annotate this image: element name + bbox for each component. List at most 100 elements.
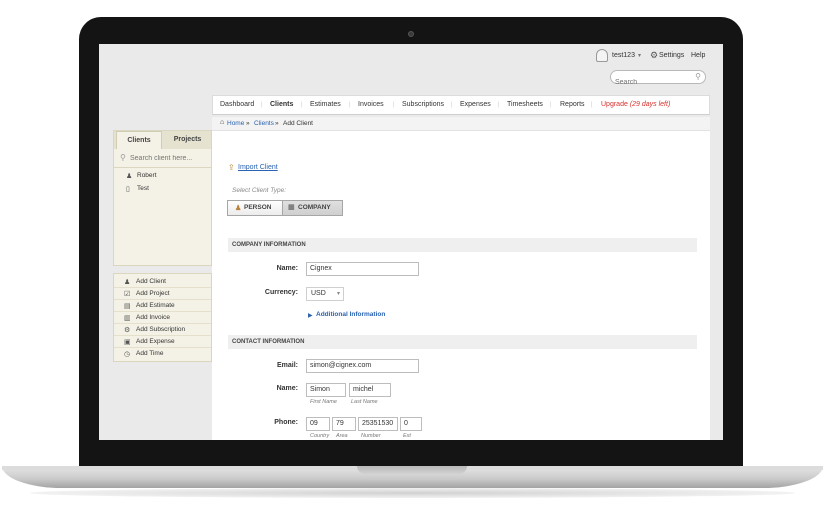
divider — [114, 167, 211, 168]
invoice-icon: ▥ — [124, 315, 131, 322]
camera-icon — [408, 31, 414, 37]
nav-dashboard[interactable]: Dashboard — [220, 101, 254, 108]
upgrade-days-left: (29 days left) — [629, 101, 671, 108]
phone-number-hint: Number — [361, 433, 381, 439]
person-icon: ♟ — [124, 279, 131, 286]
add-estimate-action[interactable]: ▤ Add Estimate — [114, 300, 211, 312]
nav-separator: | — [451, 102, 453, 108]
expand-arrow-icon[interactable]: ▶ — [308, 312, 313, 319]
breadcrumb-clients[interactable]: Clients — [254, 120, 274, 127]
laptop-shadow — [30, 488, 795, 498]
import-client-link[interactable]: Import Client — [238, 164, 278, 171]
nav-separator: | — [498, 102, 500, 108]
person-type-button[interactable]: ♟ PERSON — [228, 201, 283, 215]
breadcrumb-separator: » — [275, 120, 279, 127]
nav-separator: | — [393, 102, 395, 108]
phone-area-hint: Area — [336, 433, 348, 439]
nav-upgrade[interactable]: Upgrade (29 days left) — [601, 101, 670, 108]
phone-area-input[interactable]: 79 — [332, 417, 356, 431]
phone-number-input[interactable]: 25351530 — [358, 417, 398, 431]
client-type-toggle: ♟ PERSON ▦ COMPANY — [227, 200, 343, 216]
nav-separator: | — [261, 102, 263, 108]
actions-panel: ♟ Add Client ☑ Add Project ▤ Add Estimat… — [113, 273, 212, 362]
breadcrumb: ⌂ Home » Clients » Add Client — [212, 117, 710, 131]
contact-name-label: Name: — [276, 385, 298, 392]
global-search-input[interactable] — [611, 76, 691, 89]
gear-icon[interactable]: ⚙ — [650, 50, 658, 61]
chevron-down-icon: ▾ — [336, 291, 340, 297]
import-icon: ⇪ — [228, 163, 235, 172]
upgrade-label: Upgrade — [601, 101, 628, 108]
client-panel: Clients Projects ⚲ ♟ Robert ▯ Test — [113, 130, 212, 266]
top-bar: test123 ▾ ⚙ Settings Help ⚲ — [99, 44, 723, 90]
nav-timesheets[interactable]: Timesheets — [507, 101, 543, 108]
home-icon[interactable]: ⌂ — [220, 119, 224, 126]
add-client-action[interactable]: ♟ Add Client — [114, 276, 211, 288]
client-panel-tabs: Clients Projects — [114, 131, 211, 149]
tab-clients[interactable]: Clients — [116, 131, 162, 149]
currency-select[interactable]: USD ▾ — [306, 287, 344, 301]
person-label: PERSON — [244, 204, 272, 211]
nav-estimates[interactable]: Estimates — [310, 101, 341, 108]
nav-expenses[interactable]: Expenses — [460, 101, 491, 108]
nav-reports[interactable]: Reports — [560, 101, 585, 108]
gear-icon: ⚙ — [124, 327, 131, 334]
username[interactable]: test123 — [612, 52, 635, 59]
avatar-icon[interactable] — [596, 49, 608, 62]
company-name-input[interactable]: Cignex — [306, 262, 419, 276]
search-icon: ⚲ — [120, 153, 126, 162]
document-icon: ▯ — [126, 186, 130, 193]
action-label: Add Estimate — [136, 302, 175, 309]
action-label: Add Time — [136, 350, 164, 357]
nav-subscriptions[interactable]: Subscriptions — [402, 101, 444, 108]
action-label: Add Client — [136, 278, 166, 285]
person-icon: ♟ — [126, 173, 133, 180]
checkbox-icon: ☑ — [124, 291, 131, 298]
laptop-notch — [357, 466, 467, 474]
add-subscription-action[interactable]: ⚙ Add Subscription — [114, 324, 211, 336]
currency-value: USD — [311, 290, 326, 297]
tab-projects[interactable]: Projects — [164, 131, 211, 149]
chevron-down-icon[interactable]: ▾ — [638, 52, 641, 59]
search-icon[interactable]: ⚲ — [695, 72, 701, 81]
first-name-input[interactable]: Simon — [306, 383, 346, 397]
help-link[interactable]: Help — [691, 52, 705, 59]
additional-info-link[interactable]: Additional Information — [316, 311, 385, 318]
first-name-hint: First Name — [310, 399, 337, 405]
app-screen: test123 ▾ ⚙ Settings Help ⚲ Dashboard | … — [99, 44, 723, 440]
nav-invoices[interactable]: Invoices — [358, 101, 384, 108]
nav-separator: | — [349, 102, 351, 108]
email-input[interactable]: simon@cignex.com — [306, 359, 419, 373]
person-icon: ♟ — [235, 205, 242, 212]
add-invoice-action[interactable]: ▥ Add Invoice — [114, 312, 211, 324]
nav-clients[interactable]: Clients — [270, 101, 293, 108]
add-expense-action[interactable]: ▣ Add Expense — [114, 336, 211, 348]
main-nav: Dashboard | Clients | Estimates | Invoic… — [212, 95, 710, 115]
phone-country-input[interactable]: 09 — [306, 417, 330, 431]
phone-ext-hint: Ext — [403, 433, 411, 439]
action-label: Add Subscription — [136, 326, 186, 333]
action-label: Add Project — [136, 290, 170, 297]
global-search[interactable]: ⚲ — [610, 70, 706, 89]
breadcrumb-current: Add Client — [283, 120, 313, 127]
last-name-input[interactable]: michel — [349, 383, 391, 397]
currency-label: Currency: — [264, 289, 298, 296]
last-name-hint: Last Name — [351, 399, 378, 405]
company-name-label: Name: — [276, 265, 298, 272]
company-type-button[interactable]: ▦ COMPANY — [283, 201, 342, 215]
phone-ext-input[interactable]: 0 — [400, 417, 422, 431]
client-search-input[interactable] — [130, 153, 208, 164]
add-project-action[interactable]: ☑ Add Project — [114, 288, 211, 300]
nav-separator: | — [301, 102, 303, 108]
client-name: Robert — [137, 172, 157, 179]
action-label: Add Expense — [136, 338, 175, 345]
email-label: Email: — [276, 362, 298, 369]
money-icon: ▣ — [124, 339, 131, 346]
settings-link[interactable]: Settings — [659, 52, 684, 59]
add-time-action[interactable]: ◷ Add Time — [114, 348, 211, 360]
breadcrumb-home[interactable]: Home — [227, 120, 244, 127]
phone-label: Phone: — [274, 419, 298, 426]
client-type-label: Select Client Type: — [232, 187, 287, 194]
company-label: COMPANY — [298, 204, 331, 211]
client-name: Test — [137, 185, 149, 192]
